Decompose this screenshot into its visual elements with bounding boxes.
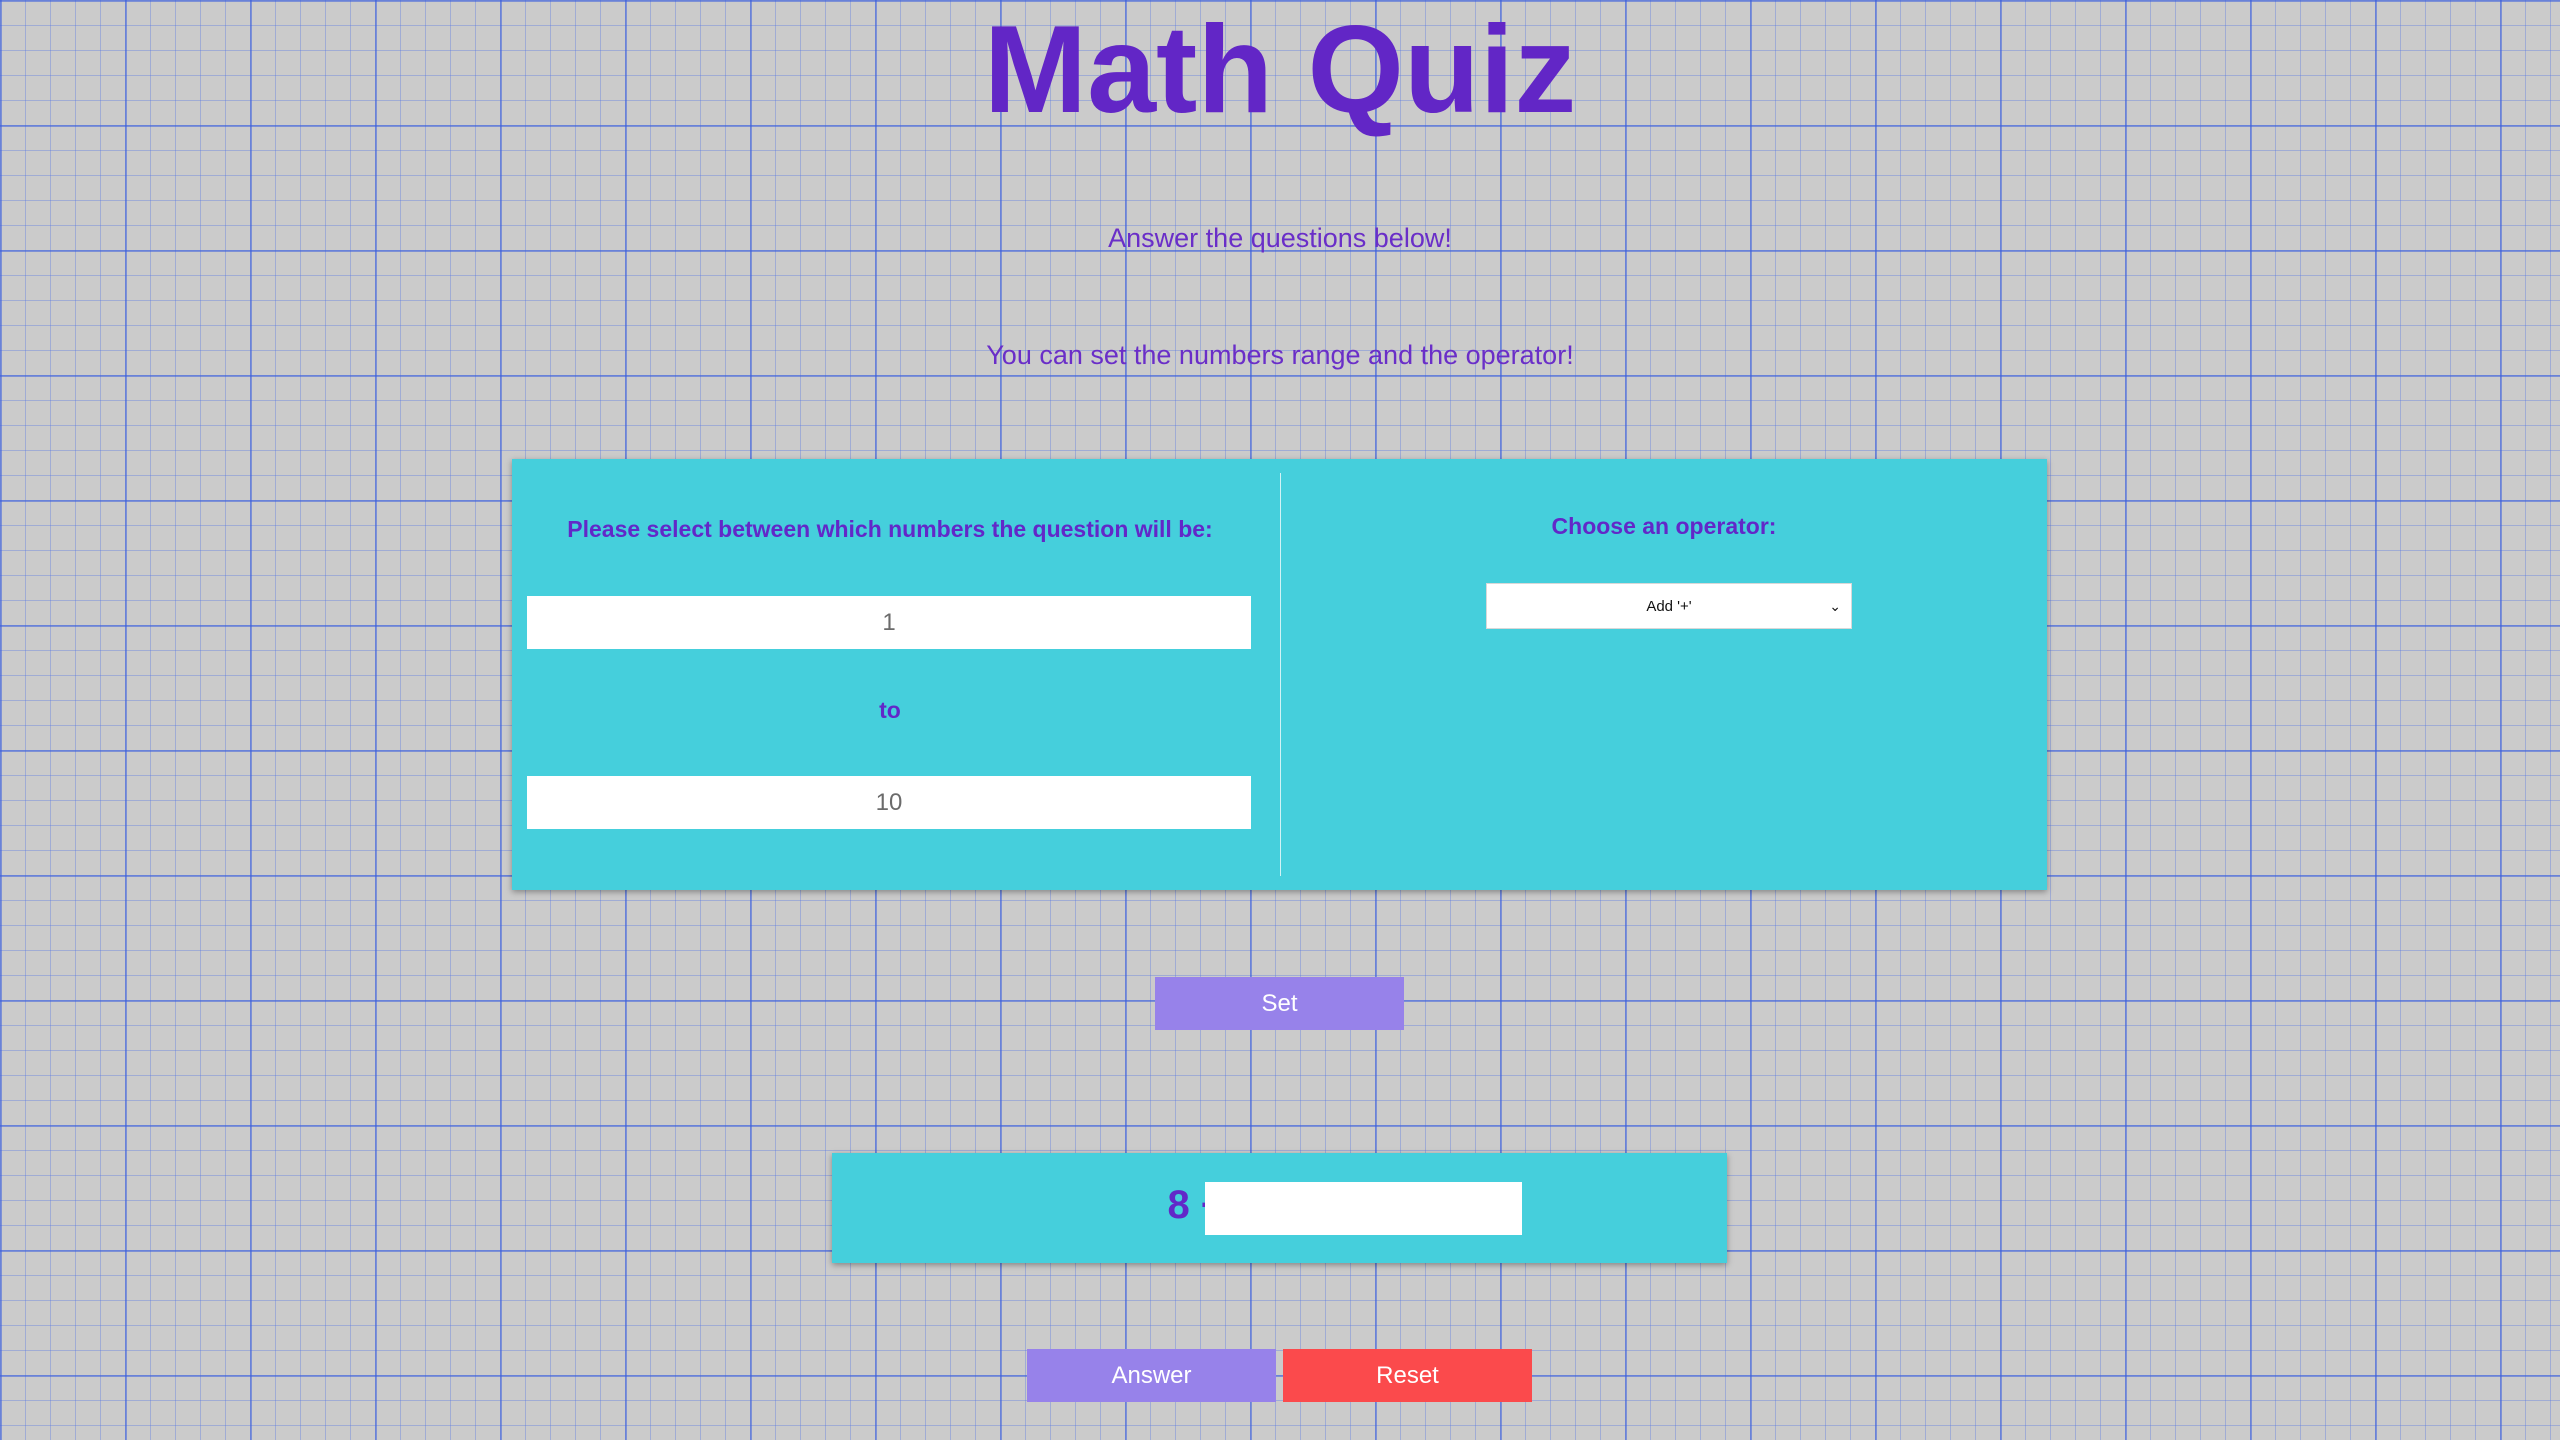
range-to-input[interactable] bbox=[527, 776, 1251, 829]
settings-panel: Please select between which numbers the … bbox=[512, 459, 2047, 890]
chevron-down-icon: ⌄ bbox=[1829, 598, 1841, 614]
range-to-label: to bbox=[879, 697, 901, 723]
page-title: Math Quiz bbox=[983, 1, 1577, 139]
set-button[interactable]: Set bbox=[1155, 977, 1404, 1030]
subtitle-instructions: Answer the questions below! bbox=[1108, 223, 1452, 253]
operator-select[interactable]: Add '+' ⌄ bbox=[1486, 583, 1852, 629]
reset-button[interactable]: Reset bbox=[1283, 1349, 1532, 1402]
answer-button[interactable]: Answer bbox=[1027, 1349, 1276, 1402]
range-label: Please select between which numbers the … bbox=[567, 516, 1213, 542]
operator-label: Choose an operator: bbox=[1551, 513, 1777, 539]
subtitle-settings-hint: You can set the numbers range and the op… bbox=[986, 340, 1574, 370]
question-panel: 8 + 2 = bbox=[832, 1153, 1727, 1263]
range-from-input[interactable] bbox=[527, 596, 1251, 649]
operator-selected-value: Add '+' bbox=[1646, 597, 1692, 615]
answer-input[interactable] bbox=[1205, 1182, 1522, 1235]
